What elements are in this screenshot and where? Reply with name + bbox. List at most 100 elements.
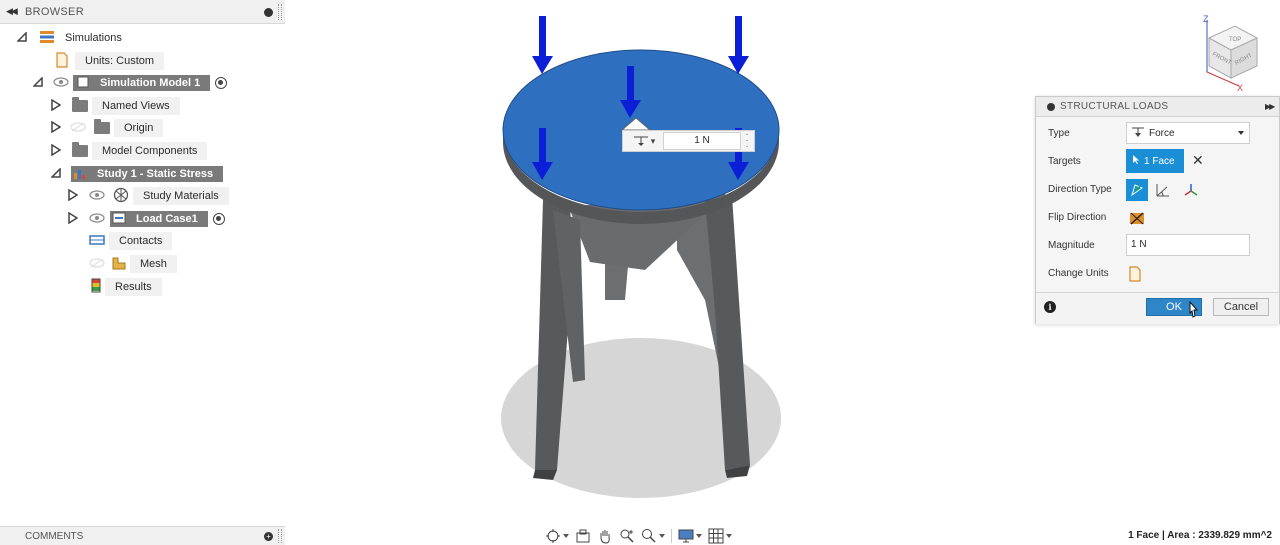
chevron-down-icon — [659, 533, 665, 538]
document-icon — [55, 51, 69, 71]
activate-radio-icon[interactable] — [215, 77, 228, 89]
browser-title: BROWSER — [25, 6, 84, 18]
eye-hidden-icon[interactable] — [89, 257, 105, 271]
arrow-icon — [735, 16, 742, 58]
eye-icon[interactable] — [53, 76, 69, 90]
cancel-button[interactable]: Cancel — [1213, 298, 1269, 316]
arrow-icon — [539, 128, 546, 164]
selection-status-text: 1 Face | Area : 2339.829 mm^2 — [1128, 530, 1272, 541]
mouse-cursor-icon — [1189, 301, 1199, 318]
force-type-icon[interactable]: ▾ — [623, 135, 663, 147]
load-magnitude-hud[interactable]: ▾ 1 N · · · — [622, 130, 755, 152]
tree-item-origin[interactable]: Origin — [51, 118, 164, 138]
activate-radio-icon[interactable] — [212, 213, 225, 225]
folder-icon — [94, 119, 110, 134]
targets-select-button[interactable]: 1 Face — [1126, 149, 1184, 173]
grid-settings-button[interactable] — [706, 526, 734, 545]
display-settings-icon — [678, 529, 694, 542]
tree-item-model-components[interactable]: Model Components — [51, 141, 208, 161]
folder-icon — [72, 97, 88, 112]
tree-label: Named Views — [92, 97, 180, 115]
collapse-panel-icon[interactable]: ◀◀ — [6, 6, 18, 17]
tree-label: Units: Custom — [75, 52, 165, 70]
dialog-options-icon[interactable] — [1047, 103, 1055, 111]
folder-icon — [72, 142, 88, 157]
vector-direction-button[interactable] — [1180, 179, 1202, 201]
comments-bar[interactable]: COMMENTS + — [0, 526, 285, 545]
tree-label: Study 1 - Static Stress — [87, 166, 224, 182]
leg-foot — [533, 470, 557, 480]
arrow-icon — [627, 66, 634, 102]
normal-direction-button[interactable] — [1126, 179, 1148, 201]
zoom-window-icon — [620, 529, 634, 543]
eye-icon[interactable] — [89, 212, 105, 226]
look-at-icon — [576, 529, 590, 542]
axis-z-label: Z — [1203, 14, 1209, 24]
toolbar-divider — [671, 528, 672, 543]
load-type-select[interactable]: Force — [1126, 122, 1250, 144]
expand-closed-icon[interactable] — [68, 188, 79, 204]
tree-item-results[interactable]: Results — [91, 277, 162, 297]
expand-closed-icon[interactable] — [51, 120, 62, 136]
change-units-button[interactable] — [1128, 265, 1144, 283]
expand-dialog-icon[interactable]: ▶▶ — [1265, 102, 1275, 111]
change-units-label: Change Units — [1048, 268, 1109, 279]
angle-direction-button[interactable] — [1152, 179, 1174, 201]
mesh-icon — [112, 256, 126, 273]
comments-title: COMMENTS — [25, 531, 84, 542]
vector-xyz-icon — [1184, 184, 1198, 196]
tree-item-units[interactable]: Units: Custom — [55, 51, 165, 71]
add-comment-icon[interactable]: + — [264, 532, 273, 541]
expand-closed-icon[interactable] — [68, 211, 79, 227]
tree-label: Simulations — [65, 32, 122, 44]
tree-item-mesh[interactable]: Mesh — [89, 254, 177, 274]
chevron-down-icon — [563, 533, 569, 538]
look-at-button[interactable] — [573, 526, 593, 545]
browser-options-icon[interactable] — [264, 8, 273, 17]
tree-item-contacts[interactable]: Contacts — [89, 231, 173, 251]
display-settings-button[interactable] — [676, 526, 704, 545]
magnitude-label: Magnitude — [1048, 240, 1095, 251]
angle-direction-icon — [1156, 184, 1169, 197]
chevron-down-icon — [726, 533, 732, 538]
tree-item-study-materials[interactable]: Study Materials — [68, 186, 229, 206]
navigation-toolbar — [543, 526, 739, 545]
type-select-value: Force — [1149, 127, 1175, 139]
arrow-icon — [539, 16, 546, 58]
expand-open-icon[interactable] — [16, 30, 27, 45]
flip-direction-label: Flip Direction — [1048, 212, 1107, 223]
results-icon — [91, 278, 101, 297]
tree-item-simulations[interactable]: Simulations — [16, 28, 132, 48]
orbit-button[interactable] — [543, 526, 571, 545]
panel-grip-handle[interactable] — [278, 4, 282, 20]
normal-direction-icon — [1131, 184, 1144, 197]
select-cursor-icon — [1132, 154, 1140, 168]
flip-direction-button[interactable] — [1126, 207, 1148, 229]
magnitude-input[interactable]: 1 N — [1126, 234, 1250, 256]
eye-hidden-icon[interactable] — [70, 121, 86, 135]
structural-loads-dialog: STRUCTURAL LOADS ▶▶ Type Force Targets 1… — [1035, 96, 1280, 324]
view-cube[interactable]: Z X TOP FRONT RIGHT — [1195, 12, 1275, 92]
tree-item-load-case[interactable]: Load Case1 — [68, 209, 225, 229]
expand-open-icon[interactable] — [32, 75, 43, 90]
targets-label: Targets — [1048, 156, 1081, 167]
expand-open-icon[interactable] — [50, 166, 61, 181]
pan-button[interactable] — [595, 526, 615, 545]
tree-item-named-views[interactable]: Named Views — [51, 96, 180, 116]
info-icon[interactable]: i — [1044, 301, 1056, 313]
tree-item-study[interactable]: Study 1 - Static Stress — [50, 164, 224, 184]
tree-label: Origin — [114, 119, 164, 137]
expand-closed-icon[interactable] — [51, 98, 62, 114]
tree-item-simulation-model[interactable]: Simulation Model 1 — [32, 73, 228, 93]
zoom-button[interactable] — [639, 526, 667, 545]
eye-icon[interactable] — [89, 189, 105, 203]
hud-magnitude-input[interactable]: 1 N — [663, 132, 741, 150]
pan-icon — [600, 529, 610, 544]
zoom-window-button[interactable] — [617, 526, 637, 545]
dialog-header[interactable]: STRUCTURAL LOADS ▶▶ — [1036, 97, 1279, 117]
close-icon[interactable]: ✕ — [1192, 152, 1204, 169]
expand-closed-icon[interactable] — [51, 143, 62, 159]
direction-type-label: Direction Type — [1048, 184, 1112, 195]
more-options-icon[interactable]: · · · — [741, 130, 753, 152]
panel-grip-handle[interactable] — [278, 529, 282, 543]
